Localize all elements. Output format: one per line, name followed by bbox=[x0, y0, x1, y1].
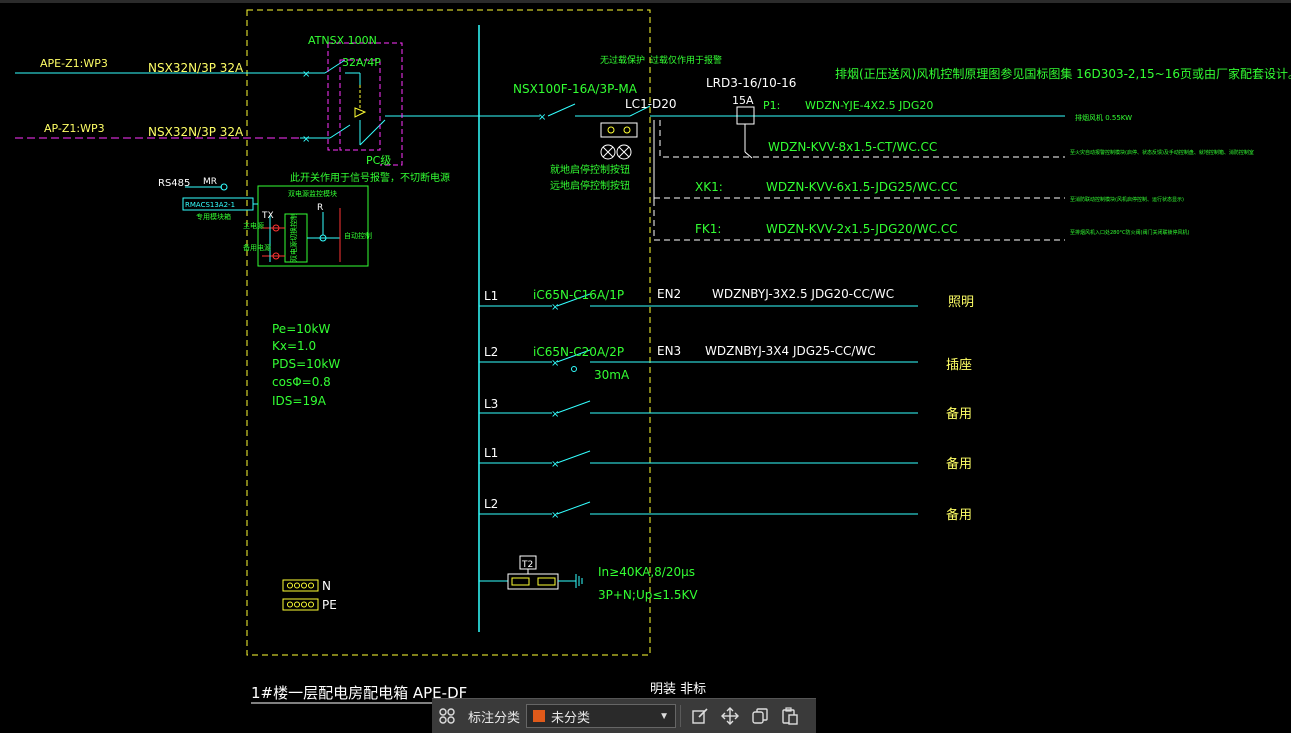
grid-menu-icon[interactable] bbox=[432, 701, 462, 731]
fan-fk1-cable: WDZN-KVV-2x1.5-JDG20/WC.CC bbox=[766, 222, 958, 236]
fan-relay-label: LRD3-16/10-16 bbox=[706, 76, 796, 90]
rs485-module-note: 专用模块箱 bbox=[196, 212, 231, 221]
circuit-2-phase: L2 bbox=[484, 345, 498, 359]
terminal-n-label: N bbox=[322, 579, 331, 593]
circuit-4-destination: 备用 bbox=[946, 456, 972, 472]
rs485-relay-label: 双电源切换控制 bbox=[289, 213, 298, 262]
fan-xk1-destination: 至消防联动控制模块(风机启停控制、运行状态显示) bbox=[1070, 196, 1184, 203]
param-cos: cosΦ=0.8 bbox=[272, 375, 331, 389]
rs485-box-title: 双电源监控模块 bbox=[288, 189, 337, 198]
param-pe: Pe=10kW bbox=[272, 322, 330, 336]
svg-text:×: × bbox=[302, 134, 310, 145]
circuit-2-destination: 插座 bbox=[946, 358, 972, 373]
rs485-main-source: 主电源 bbox=[243, 221, 264, 230]
paste-icon[interactable] bbox=[775, 701, 805, 731]
category-dropdown[interactable]: 未分类 ▼ bbox=[526, 704, 677, 728]
fan-breaker-label: NSX100F-16A/3P-MA bbox=[513, 82, 638, 96]
circuit-2-rcd: 30mA bbox=[594, 368, 630, 382]
ape-breaker-label: NSX32N/3P 32A bbox=[148, 61, 244, 75]
annotation-toolbar: 标注分类 未分类 ▼ bbox=[432, 698, 816, 733]
terminal-n bbox=[282, 579, 319, 592]
circuit-3-phase: L3 bbox=[484, 397, 498, 411]
fan-note-alarm: 过载仅作用于报警 bbox=[650, 54, 722, 66]
circuit-3: × bbox=[479, 400, 918, 420]
svg-text:×: × bbox=[551, 459, 559, 470]
ap-breaker-label: NSX32N/3P 32A bbox=[148, 125, 244, 139]
rs485-right-note: 自动控制 bbox=[344, 231, 372, 240]
circuit-4-phase: L1 bbox=[484, 446, 498, 460]
circuit-5-phase: L2 bbox=[484, 497, 498, 511]
rs485-mr-label: MR bbox=[203, 177, 217, 187]
fan-fk1-label: FK1: bbox=[695, 222, 721, 236]
ats-rating-label: 32A/4P bbox=[342, 56, 381, 69]
rs485-tx-label: TX bbox=[261, 211, 274, 221]
svg-text:×: × bbox=[551, 510, 559, 521]
ats-pc-label: PC级 bbox=[366, 154, 391, 167]
fan-xk1-label: XK1: bbox=[695, 180, 723, 194]
ape-input-label: APE-Z1:WP3 bbox=[40, 57, 108, 70]
circuit-5-destination: 备用 bbox=[946, 507, 972, 523]
fan-p1-cable: WDZN-YJE-4X2.5 JDG20 bbox=[805, 99, 933, 112]
fan-note-no-overload: 无过载保护 bbox=[600, 54, 645, 66]
install-note: 明装 非标 bbox=[650, 682, 706, 697]
param-kx: Kx=1.0 bbox=[272, 339, 316, 353]
svg-text:×: × bbox=[551, 409, 559, 420]
circuit-2-name: EN3 bbox=[657, 344, 681, 358]
fan-p1-label: P1: bbox=[763, 99, 780, 112]
spd-spec-voltage: 3P+N;Up≤1.5KV bbox=[598, 588, 698, 602]
ats-note: 此开关作用于信号报警，不切断电源 bbox=[290, 171, 450, 184]
toolbar-divider bbox=[680, 705, 682, 727]
circuit-1-cable: WDZNBYJ-3X2.5 JDG20-CC/WC bbox=[712, 287, 894, 301]
circuit-4: × bbox=[479, 450, 918, 470]
param-pds: PDS=10kW bbox=[272, 357, 340, 371]
circuit-1-phase: L1 bbox=[484, 289, 498, 303]
category-color-swatch bbox=[533, 710, 546, 722]
fan-remote-button-note: 远地启停控制按钮 bbox=[550, 179, 630, 192]
cad-drawing-canvas[interactable]: × APE-Z1:WP3 NSX32N/3P 32A × AP-Z1:WP3 N… bbox=[0, 0, 1291, 732]
rs485-module bbox=[182, 183, 369, 267]
spd-tag: T2 bbox=[521, 560, 533, 570]
svg-text:×: × bbox=[551, 302, 559, 313]
rs485-label: RS485 bbox=[158, 178, 190, 189]
edit-icon[interactable] bbox=[685, 701, 715, 731]
circuit-1-destination: 照明 bbox=[948, 295, 974, 310]
circuit-1-name: EN2 bbox=[657, 287, 681, 301]
chevron-down-icon: ▼ bbox=[659, 710, 670, 722]
fan-p1-destination: 排烟风机 0.55KW bbox=[1075, 113, 1132, 122]
circuit-2-cable: WDZNBYJ-3X4 JDG25-CC/WC bbox=[705, 344, 876, 358]
terminal-pe bbox=[282, 598, 319, 611]
copy-icon[interactable] bbox=[745, 701, 775, 731]
fan-relay-setting: 15A bbox=[732, 94, 754, 107]
svg-text:×: × bbox=[551, 358, 559, 369]
param-ids: IDS=19A bbox=[272, 394, 327, 408]
ap-input-label: AP-Z1:WP3 bbox=[44, 122, 105, 135]
rs485-backup-source: 备用电源 bbox=[243, 243, 271, 252]
fan-xk1-cable: WDZN-KVV-6x1.5-JDG25/WC.CC bbox=[766, 180, 958, 194]
svg-text:×: × bbox=[538, 112, 546, 123]
move-icon[interactable] bbox=[715, 701, 745, 731]
fan-control-cable: WDZN-KVV-8x1.5-CT/WC.CC bbox=[768, 140, 937, 154]
spd-spec-current: In≥40KA,8/20μs bbox=[598, 565, 695, 579]
circuit-2-breaker: iC65N-C20A/2P bbox=[533, 345, 624, 359]
ats-model-label: ATNSX 100N bbox=[308, 34, 377, 47]
circuit-1-breaker: iC65N-C16A/1P bbox=[533, 288, 624, 302]
circuit-3-destination: 备用 bbox=[946, 406, 972, 422]
category-label: 标注分类 bbox=[468, 709, 521, 725]
terminal-pe-label: PE bbox=[322, 598, 337, 612]
category-value: 未分类 bbox=[551, 709, 591, 725]
fan-control-destination: 至火灾自动报警控制模块(启停、状态反馈)及手动控制盘、就地控制箱、消防控制室 bbox=[1070, 149, 1254, 156]
fan-local-button-note: 就地启停控制按钮 bbox=[550, 163, 630, 176]
svg-text:×: × bbox=[302, 69, 310, 80]
circuit-5: × bbox=[479, 501, 918, 521]
fan-control-title: 排烟(正压送风)风机控制原理图参见国标图集 16D303-2,15~16页或由厂… bbox=[835, 66, 1291, 81]
rs485-module-id: RMACS13A2-1 bbox=[185, 201, 235, 209]
fan-contactor-label: LC1-D20 bbox=[625, 97, 677, 111]
fan-fk1-destination: 至排烟风机入口处280°C防火阀(阀门关闭联锁停风机) bbox=[1070, 229, 1189, 236]
rs485-r-label: R bbox=[317, 203, 323, 213]
